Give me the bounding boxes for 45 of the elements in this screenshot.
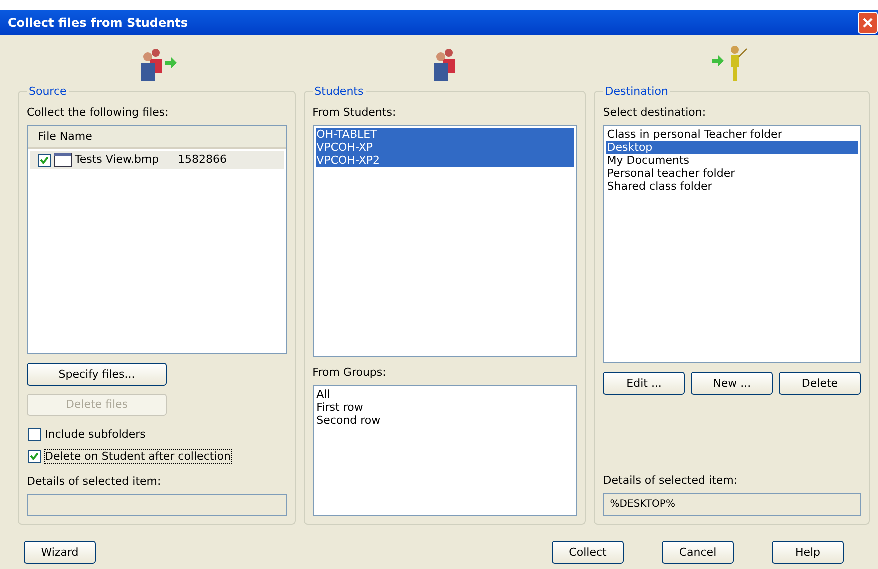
file-size: 1582866 <box>178 153 227 167</box>
arrow-figure-icon <box>710 45 750 81</box>
footer-button[interactable]: Help <box>772 541 844 564</box>
footer-button[interactable]: Cancel <box>662 541 734 564</box>
checkbox[interactable] <box>28 428 41 441</box>
list-label: Select destination: <box>603 106 708 119</box>
close-icon <box>862 16 874 28</box>
file-row[interactable]: Tests View.bmp 1582866 <box>30 151 284 169</box>
window-icon <box>54 153 72 167</box>
list-item[interactable]: Personal teacher folder <box>606 167 858 180</box>
details-field[interactable] <box>27 494 287 516</box>
action-button[interactable]: Delete <box>778 372 861 395</box>
checkbox[interactable] <box>38 154 51 166</box>
footer-button[interactable]: Collect <box>552 541 624 564</box>
checkbox-label[interactable]: Delete on Student after collection <box>44 448 232 464</box>
list-item[interactable]: Desktop <box>606 141 858 154</box>
close-button[interactable] <box>858 12 878 34</box>
checkbox-label[interactable]: Include subfolders <box>44 426 147 442</box>
action-button[interactable]: Specify files... <box>27 363 167 386</box>
list-item[interactable]: All <box>316 388 574 402</box>
list-item[interactable]: Shared class folder <box>606 180 858 193</box>
group-title: Destination <box>604 85 670 98</box>
footer-button[interactable]: Wizard <box>24 541 96 564</box>
window-title: Collect files from Students <box>7 16 188 30</box>
action-button[interactable]: Edit ... <box>603 372 686 395</box>
list-label: From Students: <box>312 106 398 119</box>
list-label: Collect the following files: <box>27 106 170 119</box>
checkbox[interactable] <box>28 450 41 463</box>
details-label: Details of selected item: <box>603 474 739 487</box>
list-item[interactable]: Second row <box>316 414 574 428</box>
group-title: Source <box>28 85 68 98</box>
people-icon <box>431 47 457 81</box>
file-name[interactable]: Tests View.bmp <box>75 153 175 167</box>
action-button[interactable]: New ... <box>691 372 774 395</box>
group-title: Students <box>314 85 365 98</box>
list-label: From Groups: <box>312 366 388 380</box>
list-item[interactable]: VPCOH-XP <box>316 141 574 154</box>
list-item[interactable]: VPCOH-XP2 <box>316 154 574 167</box>
list-item[interactable]: First row <box>316 401 574 414</box>
list-item[interactable]: My Documents <box>606 154 858 167</box>
list-item[interactable]: OH-TABLET <box>316 128 574 141</box>
list-item[interactable]: Class in personal Teacher folder <box>606 128 858 141</box>
column-header[interactable]: File Name <box>28 126 286 149</box>
details-field[interactable]: %DESKTOP% <box>603 493 861 516</box>
details-label: Details of selected item: <box>27 474 162 488</box>
